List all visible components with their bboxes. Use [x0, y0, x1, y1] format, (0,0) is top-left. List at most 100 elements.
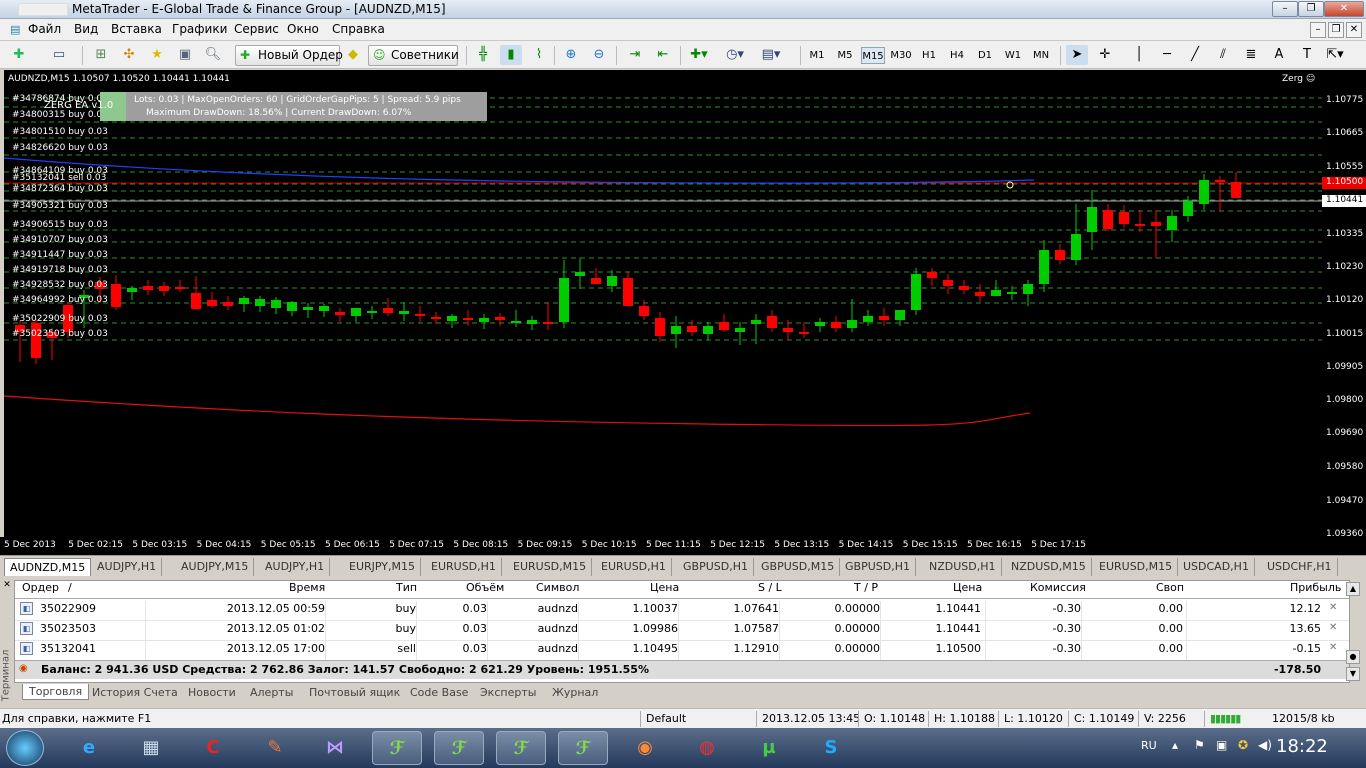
paint-icon[interactable]: ✎: [250, 731, 300, 765]
symbol-tab[interactable]: GBPUSD,H1: [840, 558, 916, 576]
clock[interactable]: 18:22: [1276, 736, 1328, 757]
symbol-tab[interactable]: AUDJPY,M15: [176, 558, 255, 576]
price-chart[interactable]: AUDNZD,M15 1.10507 1.10520 1.10441 1.104…: [4, 70, 1322, 537]
col-time[interactable]: Время: [289, 581, 325, 598]
tray-arrow-icon[interactable]: ▴: [1172, 738, 1178, 752]
col-volume[interactable]: Объём: [466, 581, 504, 598]
auto-scroll-icon[interactable]: ⇥: [624, 45, 646, 65]
symbol-tab[interactable]: AUDNZD,M15: [4, 558, 92, 576]
new-chart-icon[interactable]: ✚: [8, 45, 30, 65]
terminal-tab[interactable]: Алерты: [250, 686, 293, 699]
channel-icon[interactable]: ⫽: [1212, 45, 1234, 65]
mdi-close-button[interactable]: ✕: [1346, 22, 1362, 38]
menu-charts[interactable]: Графики: [172, 22, 227, 36]
periods-icon[interactable]: ◷▾: [724, 45, 746, 65]
close-order-icon[interactable]: ✕: [1329, 602, 1337, 613]
mt4-window-1-icon[interactable]: ℱ: [372, 731, 422, 765]
strategy-tester-icon[interactable]: 🔍︎: [202, 45, 224, 65]
timeframe-m5[interactable]: M5: [833, 47, 857, 64]
col-commission[interactable]: Комиссия: [1030, 581, 1086, 598]
symbol-tab[interactable]: GBPUSD,H1: [678, 558, 754, 576]
symbol-tab[interactable]: EURUSD,H1: [596, 558, 672, 576]
menu-tools[interactable]: Сервис: [234, 22, 279, 36]
timeframe-m15[interactable]: M15: [861, 47, 885, 64]
start-button[interactable]: [6, 730, 44, 766]
vs-icon[interactable]: ⋈: [310, 731, 360, 765]
symbol-tab[interactable]: EURJPY,M15: [344, 558, 421, 576]
flag-icon[interactable]: ⚑: [1194, 738, 1205, 752]
timeframe-d1[interactable]: D1: [973, 47, 997, 64]
mdi-restore-button[interactable]: ❐: [1328, 22, 1344, 38]
col-type[interactable]: Тип: [396, 581, 417, 598]
terminal-tab[interactable]: История Счета: [92, 686, 178, 699]
mdi-minimize-button[interactable]: –: [1310, 22, 1326, 38]
bar-chart-icon[interactable]: ╬: [472, 45, 494, 65]
close-button[interactable]: ✕: [1324, 1, 1364, 17]
symbol-tab[interactable]: AUDJPY,H1: [260, 558, 331, 576]
terminal-tab[interactable]: Торговля: [22, 684, 90, 700]
terminal-tab[interactable]: Почтовый ящик: [309, 686, 400, 699]
firefox-icon[interactable]: ◉: [620, 731, 670, 765]
symbol-tab[interactable]: EURUSD,H1: [426, 558, 502, 576]
skype-icon[interactable]: S: [806, 731, 856, 765]
templates-icon[interactable]: ▤▾: [760, 45, 782, 65]
price-scale[interactable]: 1.107751.106651.105551.104451.103351.102…: [1322, 70, 1366, 539]
arrows-icon[interactable]: ⇱▾: [1324, 45, 1346, 65]
indicators-icon[interactable]: ✚▾: [688, 45, 710, 65]
crosshair-icon[interactable]: ✛: [1094, 45, 1116, 65]
fibonacci-icon[interactable]: ≣: [1240, 45, 1262, 65]
symbol-tab[interactable]: NZDUSD,M15: [1006, 558, 1092, 576]
cursor-icon[interactable]: ➤: [1066, 45, 1088, 65]
menu-help[interactable]: Справка: [332, 22, 385, 36]
terminal-icon[interactable]: ▣: [174, 45, 196, 65]
scroll-dot-icon[interactable]: ●: [1346, 650, 1360, 664]
menu-window[interactable]: Окно: [287, 22, 319, 36]
alert-icon[interactable]: ◆: [342, 45, 364, 65]
zoom-in-icon[interactable]: ⊕: [560, 45, 582, 65]
timeframe-h4[interactable]: H4: [945, 47, 969, 64]
mt4-window-4-icon[interactable]: ℱ: [558, 731, 608, 765]
trendline-icon[interactable]: ╱: [1184, 45, 1206, 65]
mt4-window-2-icon[interactable]: ℱ: [434, 731, 484, 765]
timeframe-m30[interactable]: M30: [889, 47, 913, 64]
symbol-tab[interactable]: GBPUSD,M15: [756, 558, 841, 576]
col-tp[interactable]: T / P: [854, 581, 878, 598]
text-icon[interactable]: A: [1268, 45, 1290, 65]
col-order[interactable]: Ордер: [22, 581, 59, 598]
navigator-icon[interactable]: ★: [146, 45, 168, 65]
terminal-tab[interactable]: Журнал: [552, 686, 598, 699]
language-indicator[interactable]: RU: [1141, 739, 1157, 752]
vertical-line-icon[interactable]: │: [1128, 45, 1150, 65]
ie-icon[interactable]: e: [64, 731, 114, 765]
line-chart-icon[interactable]: ⌇: [528, 45, 550, 65]
timeframe-w1[interactable]: W1: [1001, 47, 1025, 64]
col-current-price[interactable]: Цена: [953, 581, 982, 598]
experts-button[interactable]: ☺ Советники: [368, 45, 459, 66]
text-label-icon[interactable]: T: [1296, 45, 1318, 65]
close-order-icon[interactable]: ✕: [1329, 622, 1337, 633]
menu-file[interactable]: Файл: [28, 22, 61, 36]
col-sort[interactable]: /: [68, 581, 72, 598]
col-swap[interactable]: Своп: [1156, 581, 1184, 598]
symbol-tab[interactable]: USDCAD,H1: [1178, 558, 1255, 576]
symbol-tab[interactable]: EURUSD,M15: [1094, 558, 1179, 576]
menu-insert[interactable]: Вставка: [111, 22, 162, 36]
col-profit[interactable]: Прибыль: [1290, 581, 1341, 598]
market-watch-icon[interactable]: ⊞: [90, 45, 112, 65]
timeframe-h1[interactable]: H1: [917, 47, 941, 64]
zoom-out-icon[interactable]: ⊖: [588, 45, 610, 65]
minimize-button[interactable]: –: [1272, 1, 1298, 17]
scroll-up-icon[interactable]: ▲: [1346, 582, 1360, 596]
close-icon[interactable]: ✕: [1, 580, 13, 592]
chrome-icon[interactable]: ◍: [682, 731, 732, 765]
time-scale[interactable]: 5 Dec 2013 5 Dec 02:15 5 Dec 03:15 5 Dec 04…: [0, 537, 1366, 555]
timeframe-m1[interactable]: M1: [805, 47, 829, 64]
mt4-window-3-icon[interactable]: ℱ: [496, 731, 546, 765]
chart-shift-icon[interactable]: ⇤: [652, 45, 674, 65]
menu-view[interactable]: Вид: [74, 22, 98, 36]
utorrent-icon[interactable]: µ: [744, 731, 794, 765]
col-price[interactable]: Цена: [650, 581, 679, 598]
symbol-tab[interactable]: USDCHF,H1: [1262, 558, 1338, 576]
close-order-icon[interactable]: ✕: [1329, 642, 1337, 653]
col-symbol[interactable]: Символ: [536, 581, 579, 598]
